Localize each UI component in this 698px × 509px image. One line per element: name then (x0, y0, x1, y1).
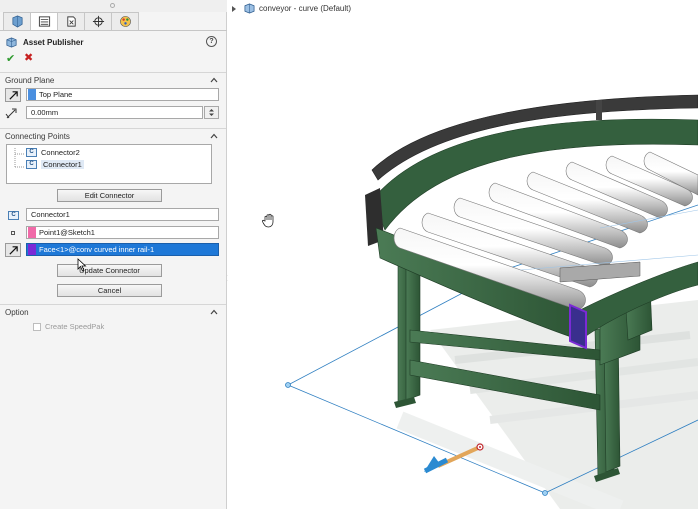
edit-connector-button[interactable]: Edit Connector (57, 189, 162, 202)
arrow-icon (8, 90, 18, 100)
panel-tabs (3, 12, 139, 31)
update-connector-button[interactable]: Update Connector (57, 264, 162, 277)
panel-header: Asset Publisher ? (5, 35, 220, 49)
connection-face-field[interactable]: Face<1>@conv curved inner rail-1 (26, 243, 219, 256)
direction-row (5, 243, 21, 257)
section-title: Connecting Points (5, 131, 70, 141)
pan-hand-icon (262, 213, 274, 228)
property-manager-icon (38, 16, 50, 27)
section-title: Ground Plane (5, 75, 55, 85)
connector-name-input[interactable]: Connector1 (26, 208, 219, 221)
tab-configuration-manager[interactable] (57, 12, 85, 31)
tabs-divider (0, 30, 227, 31)
face-value: Face<1>@conv curved inner rail-1 (39, 245, 155, 254)
arrow-icon (8, 245, 18, 255)
mouse-cursor-icon (77, 258, 87, 272)
page-title: Asset Publisher (23, 37, 84, 47)
display-manager-icon (119, 16, 131, 27)
chevron-up-icon[interactable] (210, 76, 218, 84)
spinner-arrows-icon (209, 109, 214, 116)
list-item-label: Connector1 (41, 160, 84, 169)
tab-display-manager[interactable] (111, 12, 139, 31)
connecting-points-header[interactable]: Connecting Points (0, 129, 226, 143)
ground-plane-header[interactable]: Ground Plane (0, 73, 226, 87)
section-title: Option (5, 307, 29, 317)
help-icon[interactable]: ? (206, 36, 217, 47)
graphics-viewport[interactable]: conveyor - curve (Default) (228, 0, 698, 509)
plane-row (5, 88, 21, 102)
connector-name-value: Connector1 (31, 210, 70, 219)
speedpak-checkbox[interactable] (33, 322, 41, 331)
option-header[interactable]: Option (0, 305, 226, 319)
face-swatch (28, 244, 36, 255)
tab-property-manager[interactable] (30, 12, 58, 31)
conveyor-model-view (285, 94, 698, 509)
tab-dimxpert-manager[interactable] (84, 12, 112, 31)
offset-spinner[interactable] (204, 106, 219, 119)
configuration-manager-icon (66, 16, 76, 27)
chevron-up-icon[interactable] (210, 132, 218, 140)
chevron-up-icon[interactable] (210, 308, 218, 316)
connector-icon: C (26, 160, 37, 169)
point-value: Point1@Sketch1 (39, 228, 95, 237)
property-manager-panel: Asset Publisher ? ✔ ✖ Ground Plane Top P… (0, 0, 227, 509)
distance-icon (5, 108, 17, 118)
connector-name-row: C (5, 208, 19, 222)
tab-feature-manager[interactable] (3, 12, 31, 31)
list-item[interactable]: C Connector1 (26, 160, 84, 169)
close-button[interactable]: ✖ (24, 51, 33, 64)
connector-icon: C (26, 148, 37, 157)
feature-manager-icon (11, 15, 23, 28)
cancel-button[interactable]: Cancel (57, 284, 162, 297)
list-item[interactable]: C Connector2 (26, 148, 80, 157)
plane-direction-button[interactable] (5, 88, 21, 102)
point-icon (11, 231, 15, 235)
list-item-label: Connector2 (41, 148, 80, 157)
direction-button[interactable] (5, 243, 21, 257)
connector-icon: C (8, 210, 19, 220)
plane-swatch (28, 89, 36, 100)
offset-input[interactable]: 0.00mm (26, 106, 203, 119)
grip-handle-icon[interactable] (110, 3, 115, 8)
asset-publisher-icon (6, 36, 17, 48)
connection-point-field[interactable]: Point1@Sketch1 (26, 226, 219, 239)
speedpak-label: Create SpeedPak (45, 322, 105, 331)
point-row (5, 226, 15, 240)
dimxpert-icon (92, 15, 104, 28)
point-swatch (28, 227, 36, 238)
offset-value: 0.00mm (31, 108, 59, 117)
ground-plane-field[interactable]: Top Plane (26, 88, 219, 101)
floor-shadow (396, 300, 698, 509)
panel-grip[interactable] (0, 0, 227, 12)
ok-button[interactable]: ✔ (6, 52, 15, 65)
offset-row (5, 106, 19, 120)
speedpak-option[interactable]: Create SpeedPak (33, 322, 104, 331)
connector-list[interactable]: C Connector2 C Connector1 (6, 144, 212, 184)
ground-plane-value: Top Plane (39, 90, 73, 99)
